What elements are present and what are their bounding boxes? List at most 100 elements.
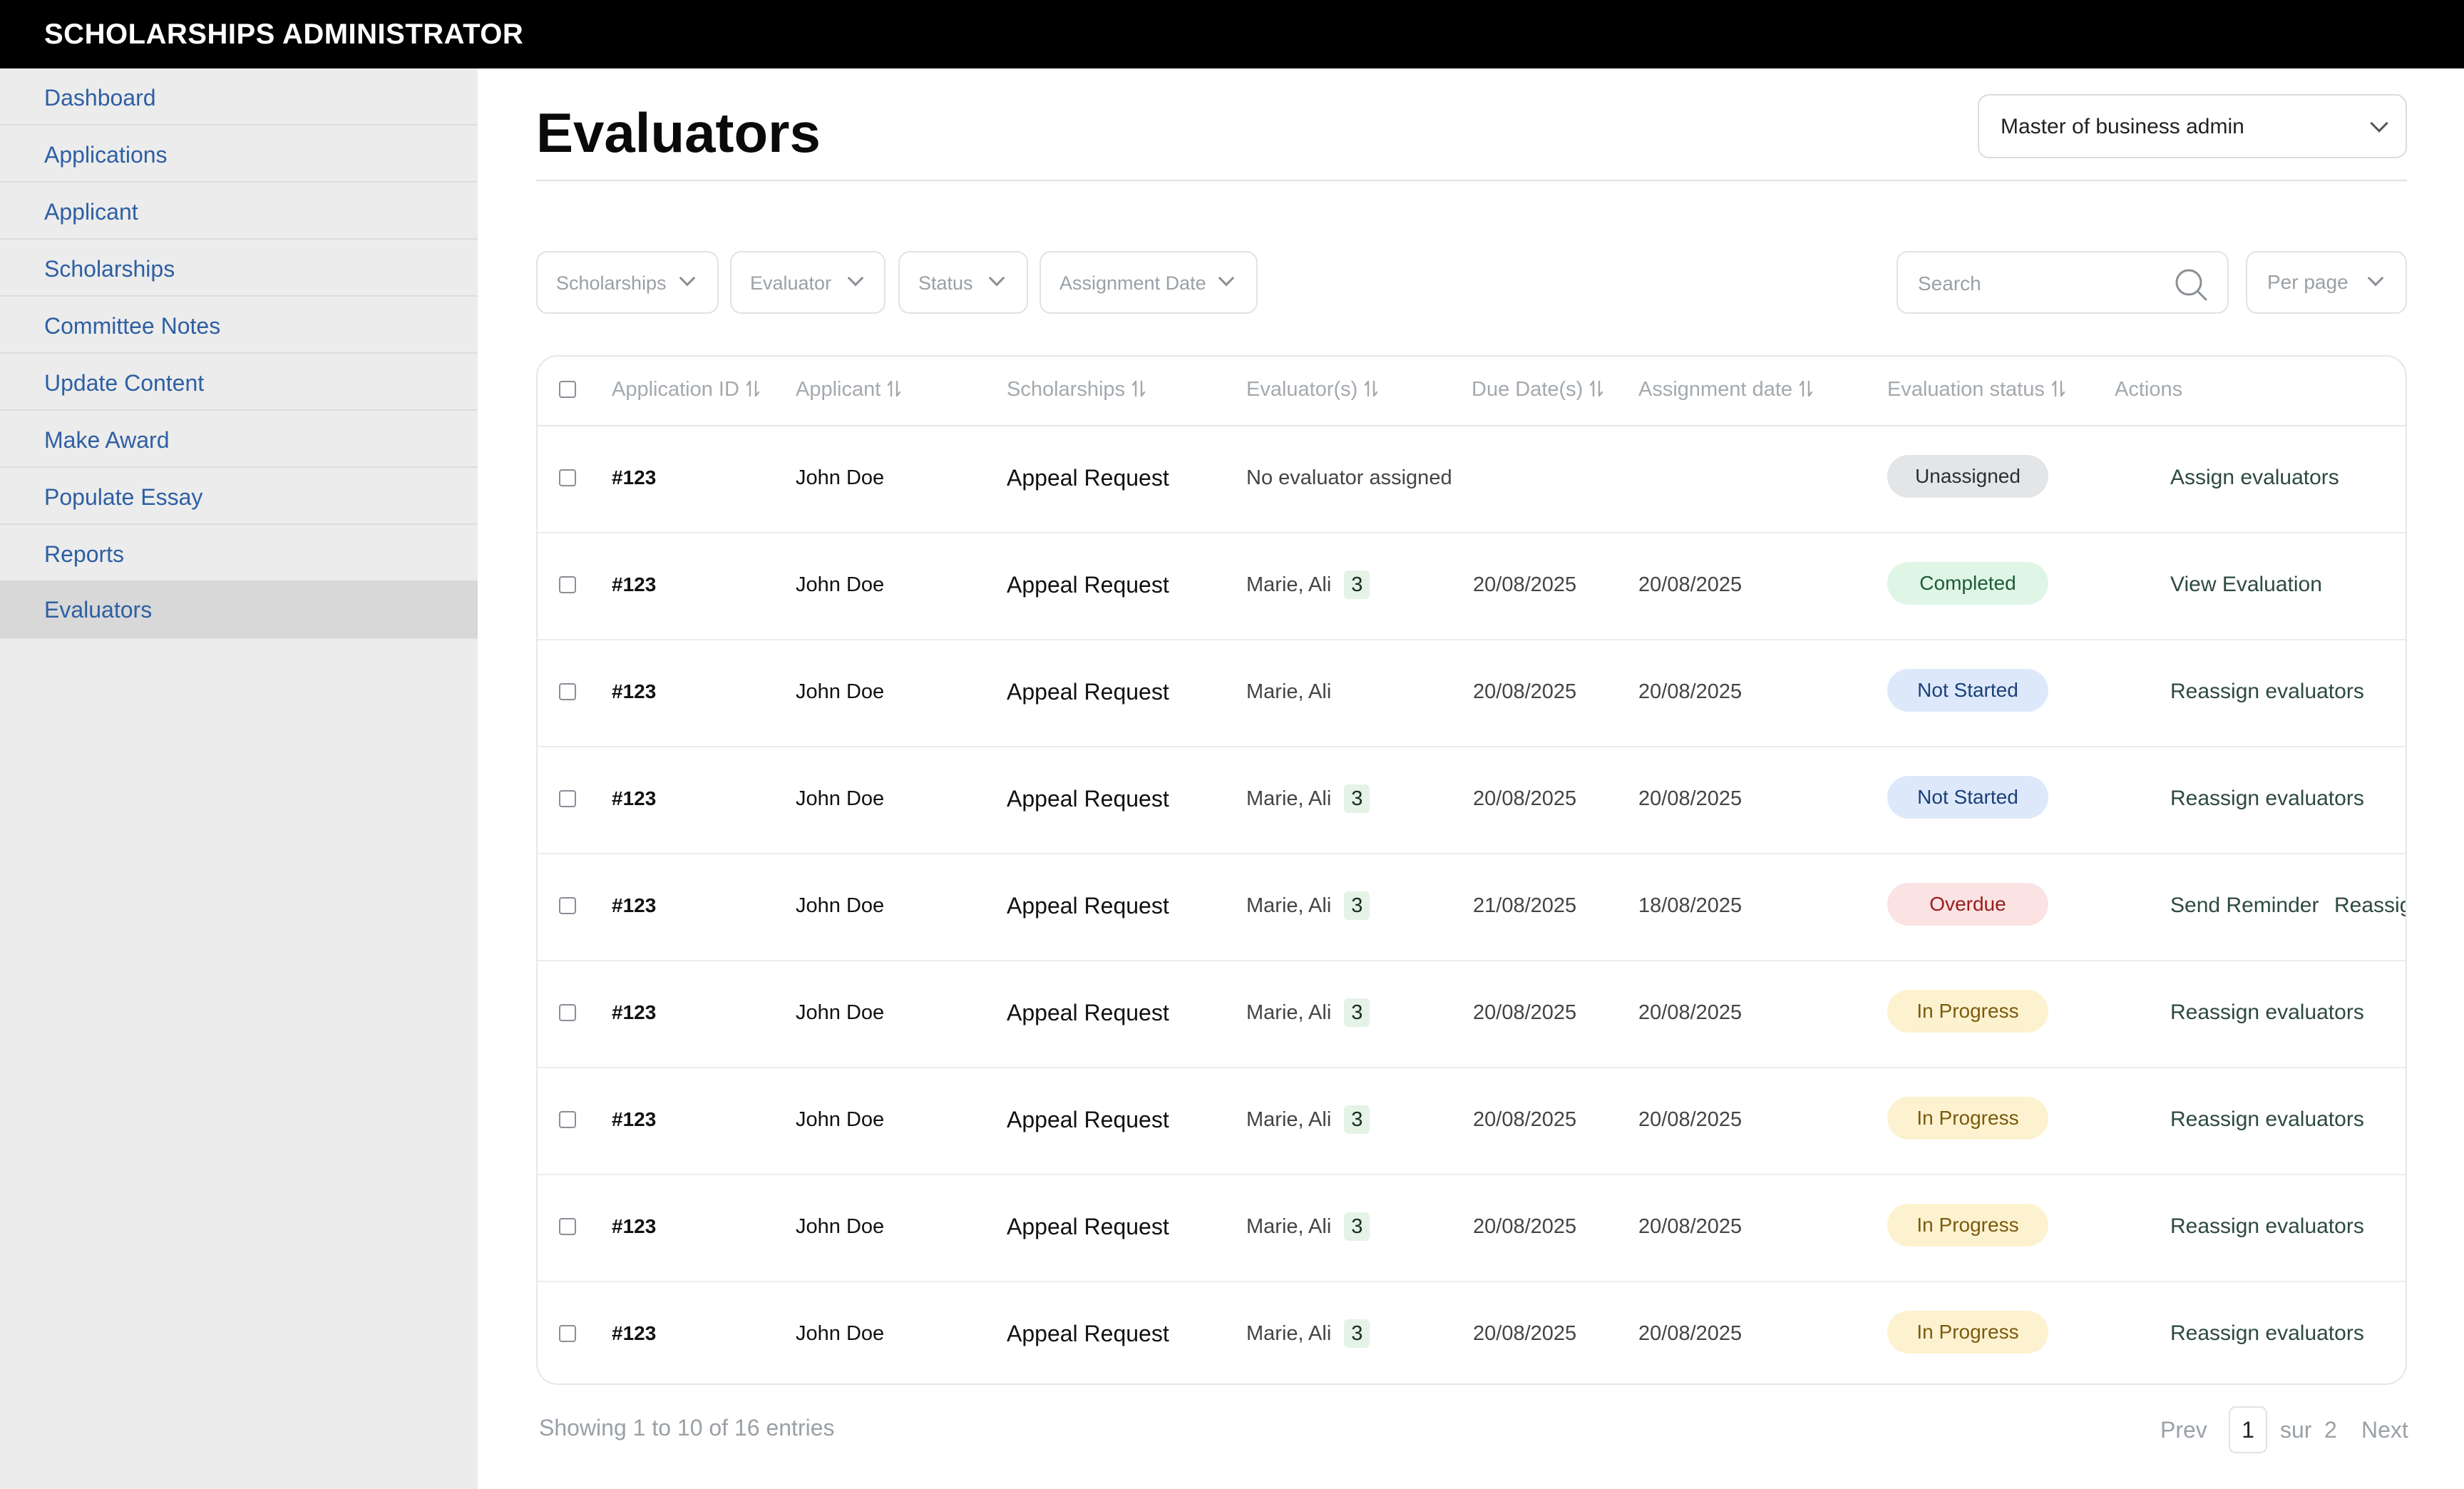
current-page-button[interactable]: 1 bbox=[2229, 1406, 2267, 1453]
col-evaluators-label: Evaluator(s) bbox=[1246, 378, 1358, 401]
evaluator-names: No evaluator assigned bbox=[1246, 466, 1452, 489]
search-icon[interactable] bbox=[2172, 265, 2210, 304]
status-badge: Not Started bbox=[1887, 669, 2048, 712]
col-assignment-date-label: Assignment date bbox=[1638, 378, 1793, 401]
cell-due-date: 20/08/2025 bbox=[1473, 787, 1577, 810]
cell-applicant: John Doe bbox=[796, 1108, 885, 1131]
search-input[interactable] bbox=[1916, 267, 2162, 301]
table-row: #123 John Doe Appeal Request Marie, Ali 3 21/… bbox=[538, 853, 2406, 961]
sort-icon[interactable] bbox=[1588, 379, 1604, 399]
row-checkbox[interactable] bbox=[559, 1111, 576, 1128]
cell-applicant: John Doe bbox=[796, 787, 885, 810]
next-page-button[interactable]: Next bbox=[2361, 1406, 2408, 1453]
table-row: #123 John Doe Appeal Request Marie, Ali 3 20/… bbox=[538, 532, 2406, 640]
filter-status[interactable]: Status bbox=[898, 251, 1028, 314]
cell-scholarship: Appeal Request bbox=[1007, 1214, 1169, 1239]
action-link[interactable]: Reassign evaluators bbox=[2170, 677, 2364, 706]
cell-assignment-date: 20/08/2025 bbox=[1638, 787, 1742, 810]
action-link[interactable]: Reassign evaluators bbox=[2170, 784, 2364, 813]
sidebar-item-applications[interactable]: Applications bbox=[0, 127, 478, 183]
title-divider bbox=[536, 180, 2407, 181]
row-checkbox[interactable] bbox=[559, 1325, 576, 1342]
action-link[interactable]: Assign evaluators bbox=[2170, 464, 2339, 492]
sidebar-item-populate-essay[interactable]: Populate Essay bbox=[0, 469, 478, 525]
per-page-select[interactable]: Per page bbox=[2246, 251, 2407, 314]
cell-applicant: John Doe bbox=[796, 1215, 885, 1238]
action-link-secondary[interactable]: Reassign bbox=[2334, 891, 2406, 920]
table-row: #123 John Doe Appeal Request Marie, Ali 3 20/… bbox=[538, 1067, 2406, 1175]
row-checkbox[interactable] bbox=[559, 1004, 576, 1021]
col-application-id[interactable]: Application ID bbox=[612, 377, 761, 402]
evaluator-names: Marie, Ali bbox=[1246, 680, 1332, 703]
cell-assignment-date: 20/08/2025 bbox=[1638, 1108, 1742, 1131]
cell-evaluators: No evaluator assigned bbox=[1246, 464, 1452, 492]
chevron-down-icon bbox=[847, 270, 864, 287]
action-link[interactable]: Send Reminder bbox=[2170, 891, 2319, 920]
action-link[interactable]: View Evaluation bbox=[2170, 570, 2322, 599]
row-checkbox[interactable] bbox=[559, 897, 576, 914]
cell-evaluators: Marie, Ali 3 bbox=[1246, 998, 1370, 1027]
cell-assignment-date: 20/08/2025 bbox=[1638, 1322, 1742, 1345]
sidebar-item-dashboard[interactable]: Dashboard bbox=[0, 70, 478, 126]
sort-icon[interactable] bbox=[1798, 379, 1814, 399]
row-checkbox[interactable] bbox=[559, 683, 576, 700]
cell-application-id: #123 bbox=[612, 1215, 657, 1237]
cell-evaluators: Marie, Ali 3 bbox=[1246, 891, 1370, 920]
status-badge: In Progress bbox=[1887, 1097, 2048, 1140]
table-row: #123 John Doe Appeal Request Marie, Ali 3 20/… bbox=[538, 960, 2406, 1068]
evaluator-count-badge: 3 bbox=[1344, 1105, 1370, 1134]
filter-evaluator[interactable]: Evaluator bbox=[730, 251, 885, 314]
action-link[interactable]: Reassign evaluators bbox=[2170, 1105, 2364, 1134]
action-link[interactable]: Reassign evaluators bbox=[2170, 998, 2364, 1027]
table-row: #123 John Doe Appeal Request Marie, Ali 3 20/… bbox=[538, 746, 2406, 854]
sort-icon[interactable] bbox=[745, 379, 761, 399]
total-pages[interactable]: 2 bbox=[2324, 1406, 2337, 1453]
sort-icon[interactable] bbox=[1131, 379, 1146, 399]
col-actions: Actions bbox=[2115, 378, 2183, 401]
sidebar-item-scholarships[interactable]: Scholarships bbox=[0, 241, 478, 297]
sidebar-item-committee-notes[interactable]: Committee Notes bbox=[0, 298, 478, 354]
sidebar-item-applicant[interactable]: Applicant bbox=[0, 184, 478, 240]
col-due-dates[interactable]: Due Date(s) bbox=[1472, 377, 1604, 402]
top-bar: SCHOLARSHIPS ADMINISTRATOR bbox=[0, 0, 2464, 68]
sort-icon[interactable] bbox=[1363, 379, 1379, 399]
col-scholarships[interactable]: Scholarships bbox=[1007, 377, 1146, 402]
col-assignment-date[interactable]: Assignment date bbox=[1638, 377, 1814, 402]
table-row: #123 John Doe Appeal Request Marie, Ali 20/0… bbox=[538, 639, 2406, 747]
prev-page-button[interactable]: Prev bbox=[2160, 1406, 2207, 1453]
cell-due-date: 21/08/2025 bbox=[1473, 894, 1577, 917]
sidebar-item-update-content[interactable]: Update Content bbox=[0, 355, 478, 411]
sidebar-item-evaluators[interactable]: Evaluators bbox=[0, 580, 478, 639]
sidebar-item-label: Evaluators bbox=[44, 597, 153, 623]
action-link[interactable]: Reassign evaluators bbox=[2170, 1319, 2364, 1348]
row-checkbox[interactable] bbox=[559, 576, 576, 593]
sidebar-item-make-award[interactable]: Make Award bbox=[0, 412, 478, 468]
col-evaluators[interactable]: Evaluator(s) bbox=[1246, 377, 1379, 402]
sidebar-item-reports[interactable]: Reports bbox=[0, 526, 478, 582]
filter-assignment-date[interactable]: Assignment Date bbox=[1040, 251, 1258, 314]
sidebar-item-label: Committee Notes bbox=[44, 313, 221, 339]
col-applicant[interactable]: Applicant bbox=[796, 377, 902, 402]
filter-scholarships[interactable]: Scholarships bbox=[536, 251, 719, 314]
evaluators-table: Application ID Applicant Scholarships Ev… bbox=[536, 355, 2407, 1385]
row-checkbox[interactable] bbox=[559, 1218, 576, 1235]
program-select[interactable]: Master of business admin bbox=[1978, 94, 2407, 158]
sidebar: Dashboard Applications Applicant Scholar… bbox=[0, 68, 478, 1489]
evaluator-count-badge: 3 bbox=[1344, 1319, 1370, 1348]
cell-assignment-date: 20/08/2025 bbox=[1638, 1001, 1742, 1024]
chevron-down-icon bbox=[988, 270, 1005, 287]
sort-icon[interactable] bbox=[2050, 379, 2066, 399]
row-checkbox[interactable] bbox=[559, 469, 576, 486]
row-checkbox[interactable] bbox=[559, 790, 576, 807]
cell-scholarship: Appeal Request bbox=[1007, 893, 1169, 919]
chevron-down-icon bbox=[1218, 270, 1235, 287]
page-title: Evaluators bbox=[536, 101, 821, 164]
cell-applicant: John Doe bbox=[796, 680, 885, 703]
cell-evaluators: Marie, Ali 3 bbox=[1246, 784, 1370, 813]
col-evaluation-status[interactable]: Evaluation status bbox=[1887, 377, 2066, 402]
cell-due-date: 20/08/2025 bbox=[1473, 1215, 1577, 1238]
select-all-checkbox[interactable] bbox=[559, 381, 576, 398]
table-row: #123 John Doe Appeal Request Marie, Ali 3 20/… bbox=[538, 1174, 2406, 1282]
sort-icon[interactable] bbox=[886, 379, 902, 399]
action-link[interactable]: Reassign evaluators bbox=[2170, 1212, 2364, 1241]
